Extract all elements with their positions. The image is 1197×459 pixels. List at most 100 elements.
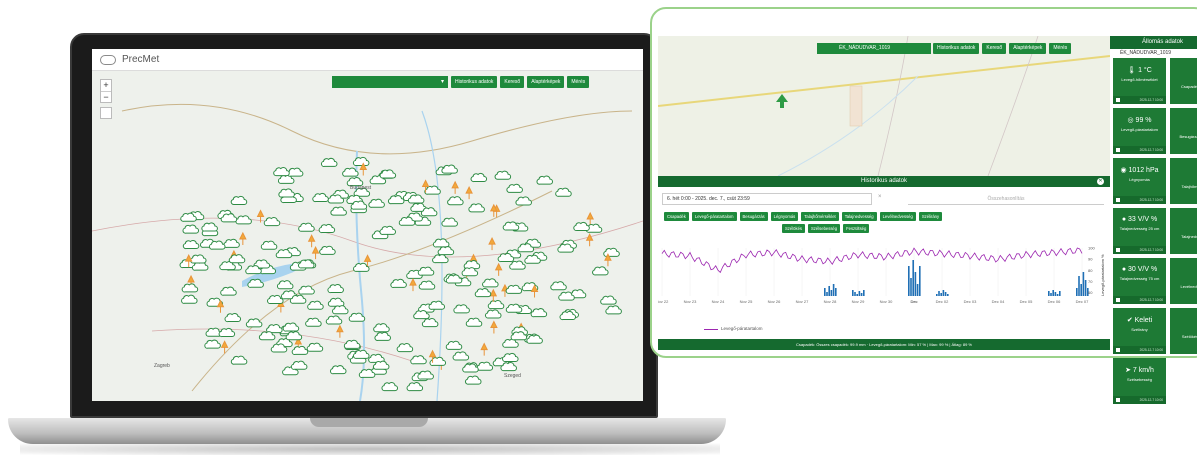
close-icon[interactable]: ✕	[1097, 178, 1104, 185]
tab-feszultseg[interactable]: Feszültség	[843, 224, 870, 233]
weather-station-icon[interactable]	[474, 288, 492, 298]
zoom-out-button[interactable]: −	[101, 91, 111, 102]
weather-station-icon[interactable]	[208, 240, 226, 250]
weather-station-icon[interactable]	[332, 305, 349, 315]
weather-station-icon[interactable]	[267, 294, 284, 304]
weather-station-icon[interactable]	[506, 183, 523, 193]
station-card[interactable]: ● 33 V/V % Talajnedvesség 25 cm 2025-12-7 …	[1113, 208, 1166, 254]
weather-station-icon[interactable]	[417, 266, 435, 276]
weather-station-icon[interactable]	[437, 246, 455, 256]
weather-station-icon[interactable]	[373, 323, 390, 333]
weather-station-icon[interactable]	[353, 262, 370, 272]
station-select[interactable]: ▾	[332, 76, 448, 88]
rain-station-icon[interactable]	[409, 277, 417, 292]
weather-station-icon[interactable]	[305, 317, 322, 327]
weather-station-icon[interactable]	[502, 338, 519, 348]
weather-station-icon[interactable]	[441, 164, 458, 174]
station-card-partial[interactable]: Csapadék	[1170, 58, 1197, 104]
weather-station-icon[interactable]	[390, 278, 407, 288]
weather-station-icon[interactable]	[505, 303, 523, 313]
weather-station-icon[interactable]	[487, 300, 505, 310]
weather-station-icon[interactable]	[500, 362, 517, 372]
weather-station-icon[interactable]	[418, 280, 436, 290]
weather-station-icon[interactable]	[432, 238, 450, 248]
weather-station-icon[interactable]	[445, 274, 463, 284]
station-card-partial[interactable]: Szélökés	[1170, 308, 1197, 354]
weather-station-icon[interactable]	[464, 375, 482, 385]
weather-station-icon[interactable]	[445, 340, 463, 350]
weather-station-icon[interactable]	[573, 221, 590, 232]
weather-station-icon[interactable]	[276, 280, 294, 290]
station-card[interactable]: ◉ 1012 hPa Légnyomás 2025-12-7 10:00	[1113, 158, 1166, 204]
weather-station-icon[interactable]	[447, 196, 464, 206]
station-card-partial[interactable]: Talajnedv.	[1170, 208, 1197, 254]
weather-station-icon[interactable]	[228, 254, 246, 264]
weather-station-icon[interactable]	[319, 245, 336, 255]
tab-szelokes[interactable]: Szélökés	[782, 224, 805, 233]
station-map[interactable]: Budapest Zagreb Szeged	[92, 71, 643, 401]
weather-station-icon[interactable]	[421, 318, 439, 328]
weather-station-icon[interactable]	[484, 309, 502, 319]
tab-legnyomas[interactable]: Légnyomás	[770, 212, 799, 221]
rain-station-icon[interactable]	[451, 180, 459, 194]
weather-station-icon[interactable]	[298, 285, 315, 295]
weather-station-icon[interactable]	[343, 339, 361, 349]
rain-station-icon[interactable]	[465, 185, 473, 200]
measure-button[interactable]: Mérés	[567, 76, 590, 88]
weather-station-icon[interactable]	[263, 216, 281, 227]
zoom-in-button[interactable]: +	[101, 80, 111, 91]
weather-station-icon[interactable]	[432, 254, 449, 264]
weather-station-icon[interactable]	[204, 339, 221, 349]
basemaps-button[interactable]: Alaptérképek	[527, 76, 565, 88]
weather-station-icon[interactable]	[182, 224, 199, 234]
station-card[interactable]: ◎ 99 % Levegő-páratartalom 2025-12-7 10:00	[1113, 108, 1166, 154]
weather-station-icon[interactable]	[312, 192, 329, 203]
weather-station-icon[interactable]	[285, 331, 303, 341]
search-button[interactable]: Kereső	[500, 76, 525, 88]
historical-data-button[interactable]: Historikus adatok	[451, 76, 498, 88]
weather-station-icon[interactable]	[379, 225, 396, 235]
weather-station-icon[interactable]	[468, 203, 485, 213]
station-card[interactable]: ● 30 V/V % Talajnedvesség 75 cm 2025-12-7 …	[1113, 258, 1166, 304]
rain-station-icon[interactable]	[490, 320, 498, 334]
tablet-map[interactable]	[658, 36, 1110, 176]
weather-station-icon[interactable]	[605, 305, 622, 315]
tablet-search-button[interactable]: Kereső	[982, 43, 1007, 54]
weather-station-icon[interactable]	[245, 318, 263, 328]
weather-station-icon[interactable]	[235, 215, 252, 225]
weather-station-icon[interactable]	[509, 260, 526, 270]
weather-station-icon[interactable]	[603, 247, 620, 257]
station-card[interactable]: ✔ Keleti Szélirány 2025-12-7 10:00	[1113, 308, 1166, 354]
weather-station-icon[interactable]	[201, 222, 218, 232]
weather-station-icon[interactable]	[307, 300, 324, 310]
weather-station-icon[interactable]	[182, 239, 200, 250]
clear-icon[interactable]: ×	[878, 194, 882, 200]
weather-station-icon[interactable]	[515, 196, 532, 206]
weather-station-icon[interactable]	[278, 188, 295, 198]
weather-station-icon[interactable]	[453, 304, 470, 314]
compare-select[interactable]: Összehasonlítás	[908, 193, 1104, 205]
rain-station-icon[interactable]	[307, 234, 316, 248]
weather-station-icon[interactable]	[220, 213, 238, 223]
weather-station-icon[interactable]	[502, 352, 519, 363]
tablet-station-select[interactable]: ÉK_NÁDUDVAR_1019	[817, 43, 931, 54]
weather-station-icon[interactable]	[320, 157, 338, 167]
weather-station-icon[interactable]	[327, 283, 344, 294]
station-card-partial[interactable]: Besugárzás	[1170, 108, 1197, 154]
tab-talajnedvesseg[interactable]: Talajnedvesség	[841, 212, 877, 221]
tab-szelsebesseg[interactable]: Szélsebesség	[808, 224, 841, 233]
weather-station-icon[interactable]	[282, 322, 300, 332]
tab-paratartalom[interactable]: Levegő-páratartalom	[691, 212, 737, 221]
rain-station-icon[interactable]	[489, 288, 498, 302]
weather-station-icon[interactable]	[318, 223, 336, 234]
weather-station-icon[interactable]	[352, 156, 370, 166]
weather-station-icon[interactable]	[306, 342, 324, 352]
weather-station-icon[interactable]	[600, 295, 617, 305]
rain-station-icon[interactable]	[336, 324, 344, 338]
rain-station-icon[interactable]	[239, 231, 247, 245]
weather-station-icon[interactable]	[223, 238, 240, 248]
home-icon[interactable]	[100, 107, 112, 119]
weather-station-icon[interactable]	[289, 294, 307, 304]
weather-station-icon[interactable]	[410, 355, 427, 365]
weather-station-icon[interactable]	[530, 308, 548, 318]
